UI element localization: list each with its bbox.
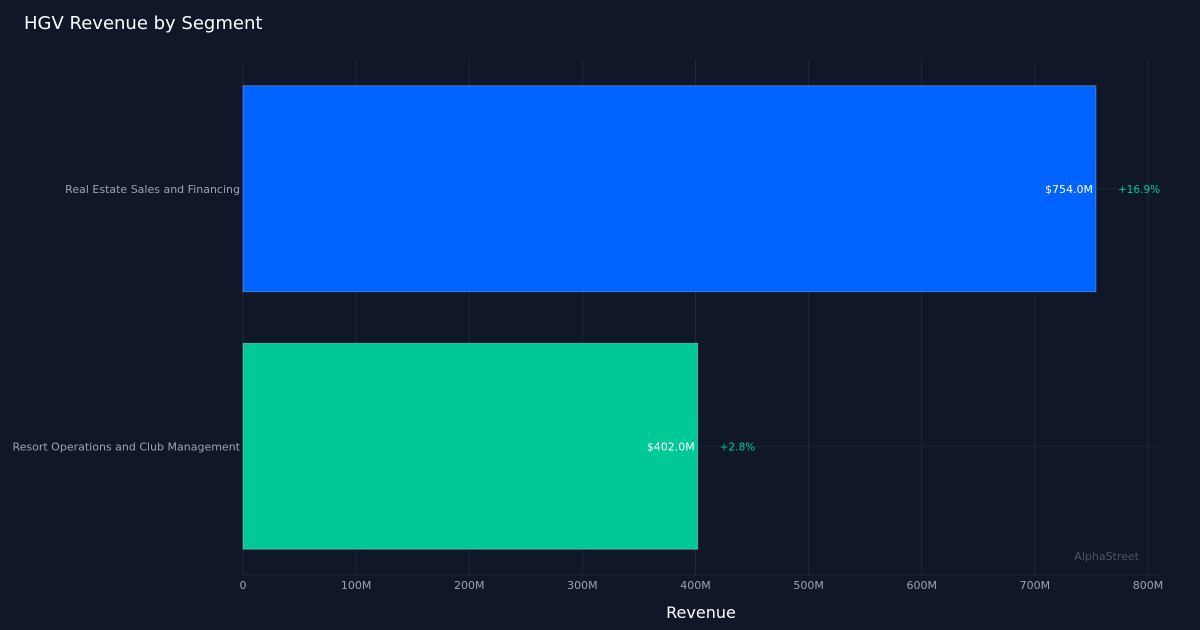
x-axis-title: Revenue: [666, 603, 736, 622]
category-labels: Real Estate Sales and Financing Resort Op…: [12, 183, 240, 454]
x-tick-label: 100M: [341, 579, 372, 592]
x-tick-label: 300M: [567, 579, 598, 592]
category-label: Resort Operations and Club Management: [12, 440, 240, 453]
change-label: +2.8%: [720, 441, 755, 453]
x-tick-label: 800M: [1133, 579, 1164, 592]
watermark: AlphaStreet: [1074, 550, 1139, 563]
bar: [242, 342, 699, 550]
bar: [242, 85, 1097, 293]
x-tick-label: 500M: [793, 579, 824, 592]
x-tick-label: 600M: [907, 579, 938, 592]
bar-chart: 0 100M 200M 300M 400M 500M 600M 700M 800M Real E…: [12, 60, 1164, 622]
x-tick-label: 200M: [454, 579, 485, 592]
value-label: $402.0M: [647, 440, 695, 453]
change-label: +16.9%: [1118, 184, 1160, 196]
bars: [242, 85, 1097, 550]
category-label: Real Estate Sales and Financing: [65, 183, 240, 196]
x-axis-ticks: 0 100M 200M 300M 400M 500M 600M 700M 800M: [240, 579, 1164, 592]
x-tick-label: 400M: [680, 579, 711, 592]
value-label: $754.0M: [1045, 183, 1093, 196]
x-tick-label: 700M: [1020, 579, 1051, 592]
x-tick-label: 0: [240, 579, 247, 592]
